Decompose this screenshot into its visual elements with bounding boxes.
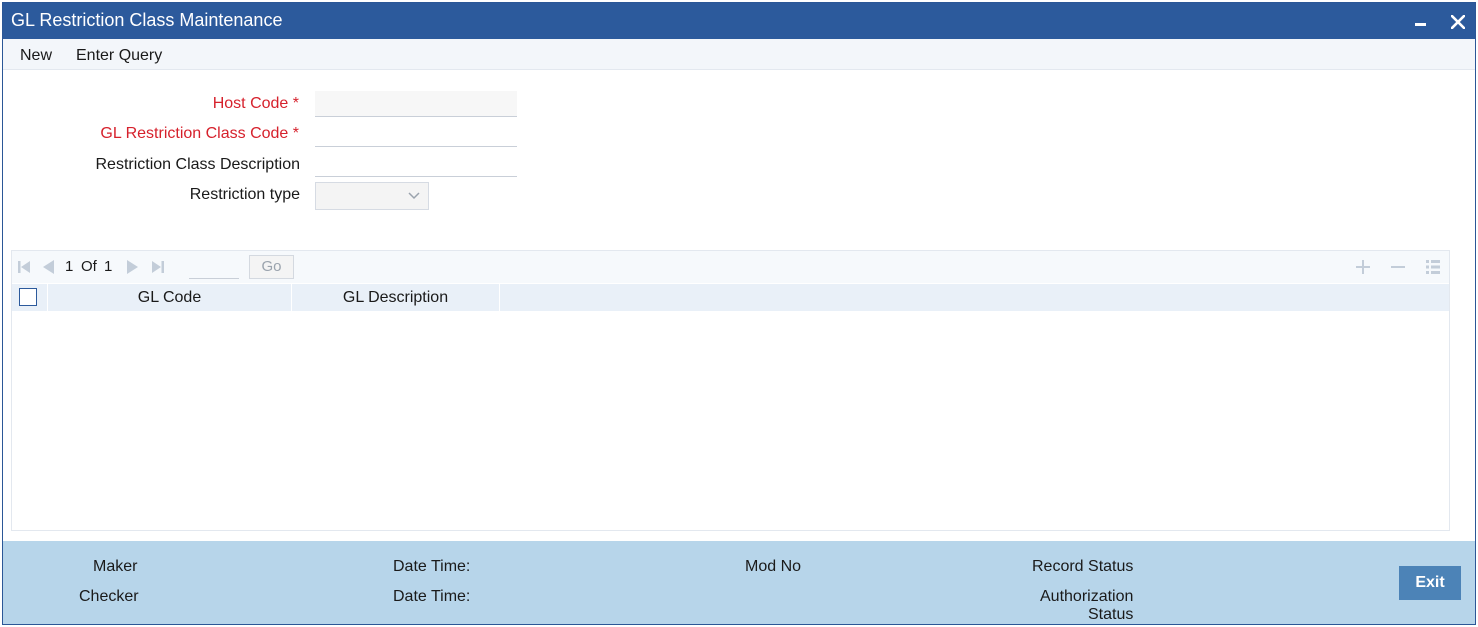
column-header-gl-code[interactable]: GL Code bbox=[48, 289, 291, 307]
required-marker: * bbox=[292, 95, 299, 112]
checker-label: Checker bbox=[79, 588, 139, 605]
checker-date-time-label: Date Time: bbox=[393, 588, 471, 605]
grid-toolbar: 1 Of 1 Go bbox=[12, 251, 1449, 283]
new-menu-item[interactable]: New bbox=[20, 47, 52, 65]
next-page-icon[interactable] bbox=[126, 260, 140, 274]
mod-no-label: Mod No bbox=[745, 558, 802, 575]
host-code-label: Host Code * bbox=[212, 95, 299, 112]
total-pages: 1 bbox=[104, 258, 113, 275]
authorization-status-label-line2: Status bbox=[1088, 606, 1134, 623]
go-button[interactable]: Go bbox=[249, 255, 294, 279]
exit-button[interactable]: Exit bbox=[1399, 566, 1461, 600]
previous-page-icon[interactable] bbox=[41, 260, 55, 274]
restriction-class-description-label: Restriction Class Description bbox=[95, 156, 300, 173]
gl-restriction-class-code-label: GL Restriction Class Code * bbox=[100, 125, 299, 142]
maker-label: Maker bbox=[93, 558, 138, 575]
chevron-down-icon bbox=[408, 192, 420, 200]
column-divider bbox=[499, 284, 500, 311]
add-row-icon[interactable] bbox=[1355, 259, 1371, 275]
enter-query-menu-item[interactable]: Enter Query bbox=[76, 47, 162, 65]
close-button[interactable] bbox=[1444, 7, 1472, 35]
restriction-type-label: Restriction type bbox=[189, 186, 300, 203]
minimize-button[interactable] bbox=[1407, 7, 1435, 35]
gl-restriction-class-code-field[interactable] bbox=[315, 121, 517, 147]
last-page-icon[interactable] bbox=[151, 260, 165, 274]
gl-code-grid: 1 Of 1 Go GL Code GL Description bbox=[11, 250, 1450, 531]
list-view-icon[interactable] bbox=[1425, 259, 1441, 275]
menu-bar: New Enter Query bbox=[3, 39, 1475, 70]
page-of-label: Of bbox=[81, 258, 97, 275]
select-all-checkbox[interactable] bbox=[19, 288, 37, 306]
close-icon bbox=[1451, 15, 1465, 29]
maintenance-window: GL Restriction Class Maintenance New Ent… bbox=[2, 2, 1476, 625]
first-page-icon[interactable] bbox=[17, 260, 31, 274]
column-header-gl-description[interactable]: GL Description bbox=[292, 289, 499, 307]
host-code-field[interactable] bbox=[315, 91, 517, 117]
authorization-status-label: Authorization bbox=[1040, 588, 1134, 605]
current-page: 1 bbox=[65, 258, 74, 275]
grid-header-row: GL Code GL Description bbox=[12, 284, 1449, 311]
minimize-icon bbox=[1415, 23, 1426, 26]
restriction-type-select[interactable] bbox=[315, 182, 429, 210]
delete-row-icon[interactable] bbox=[1390, 259, 1406, 275]
audit-footer: Maker Checker Date Time: Date Time: Mod … bbox=[3, 541, 1475, 624]
page-number-input[interactable] bbox=[189, 257, 239, 279]
maker-date-time-label: Date Time: bbox=[393, 558, 471, 575]
record-status-label: Record Status bbox=[1032, 558, 1134, 575]
window-title: GL Restriction Class Maintenance bbox=[11, 10, 283, 30]
required-marker: * bbox=[292, 125, 299, 142]
restriction-class-description-field[interactable] bbox=[315, 151, 517, 177]
title-bar: GL Restriction Class Maintenance bbox=[3, 3, 1475, 39]
